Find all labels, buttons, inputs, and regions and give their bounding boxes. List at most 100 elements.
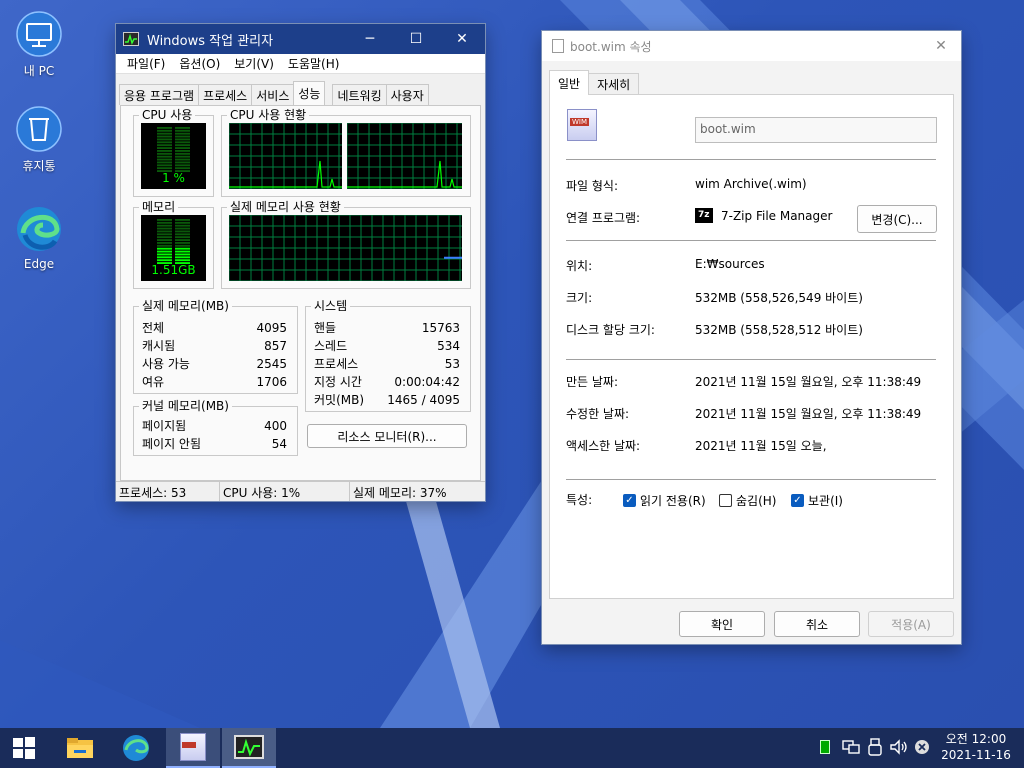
network-icon[interactable] <box>842 739 860 758</box>
cpu-meter-segment <box>175 132 190 135</box>
divider <box>566 359 936 360</box>
desktop-icon-label: 내 PC <box>23 64 55 78</box>
cpu-meter-segment <box>175 127 190 129</box>
memory-meter-segment <box>157 236 172 239</box>
desktop-icon-this-pc[interactable]: 내 PC <box>4 10 74 79</box>
cpu-meter-segment <box>157 164 172 167</box>
cpu-meter-segment <box>157 158 172 161</box>
taskbar-edge[interactable] <box>112 728 160 768</box>
apply-button[interactable]: 적용(A) <box>868 611 954 637</box>
stat-row: 핸들 15763 <box>314 319 460 337</box>
volume-icon[interactable] <box>889 739 909 758</box>
system-group: 시스템 핸들 15763 스레드 534 프로세스 53 지정 시간 0:00:04:4… <box>305 299 471 412</box>
close-circle-icon[interactable] <box>914 739 930 758</box>
tab-services[interactable]: 서비스 <box>251 84 295 105</box>
memory-meter-segment <box>157 239 172 241</box>
memory-meter-segment <box>157 219 172 221</box>
size-on-disk-value: 532MB (558,528,512 바이트) <box>695 323 863 337</box>
memory-meter-segment <box>157 256 172 259</box>
created-label: 만든 날짜: <box>566 375 619 389</box>
cpu-meter-segment <box>175 167 190 170</box>
accessed-label: 액세스한 날짜: <box>566 439 641 453</box>
desktop-icon-recycle-bin[interactable]: 휴지통 <box>4 105 74 174</box>
tab-processes[interactable]: 프로세스 <box>198 84 253 105</box>
cpu-usage-value: 1 % <box>162 171 185 185</box>
stat-key: 여유 <box>142 375 165 389</box>
change-button[interactable]: 변경(C)... <box>857 205 937 233</box>
menu-options[interactable]: 옵션(O) <box>172 55 227 72</box>
menu-help[interactable]: 도움말(H) <box>281 55 347 72</box>
taskmgr-tray-icon[interactable] <box>820 740 830 754</box>
memory-history-label: 실제 메모리 사용 현황 <box>227 200 344 214</box>
taskbar-boot-wim-properties[interactable] <box>166 728 220 768</box>
start-button[interactable] <box>0 728 48 768</box>
memory-meter-segment <box>157 227 172 230</box>
cpu-history-graph-core-1 <box>229 123 342 189</box>
title-bar[interactable]: Windows 작업 관리자 ─ ☐ ✕ <box>116 24 485 54</box>
stat-value: 0:00:04:42 <box>394 375 460 389</box>
resource-monitor-button[interactable]: 리소스 모니터(R)... <box>307 424 467 448</box>
stat-value: 2545 <box>256 357 287 371</box>
taskbar-file-explorer[interactable] <box>56 728 104 768</box>
cpu-meter-segment <box>175 150 190 152</box>
tab-general[interactable]: 일반 <box>549 70 590 95</box>
title-bar[interactable]: boot.wim 속성 ✕ <box>542 31 961 61</box>
status-memory: 실제 메모리: 37% <box>353 486 447 500</box>
stat-value: 534 <box>437 339 460 353</box>
performance-panel: CPU 사용 1 % CPU 사용 현황 메모리 1.51GB 실제 메모리 사… <box>120 105 481 481</box>
cpu-core-1-plot <box>229 123 342 189</box>
size-value: 532MB (558,526,549 바이트) <box>695 291 863 305</box>
tab-applications[interactable]: 응용 프로그램 <box>119 84 200 105</box>
stat-key: 페이지 안됨 <box>142 437 202 451</box>
tab-performance[interactable]: 성능 <box>293 81 326 105</box>
stat-row: 페이지 안됨 54 <box>142 435 287 453</box>
physical-memory-title: 실제 메모리(MB) <box>139 299 232 313</box>
usb-icon[interactable] <box>868 738 882 759</box>
archive-checkbox[interactable]: ✓ 보관(I) <box>791 492 843 509</box>
tab-networking[interactable]: 네트워킹 <box>332 84 387 105</box>
memory-meter-segment <box>175 224 190 227</box>
stat-key: 페이지됨 <box>142 419 187 433</box>
opens-with-value: 7-Zip File Manager <box>721 209 833 223</box>
memory-value: 1.51GB <box>151 263 196 277</box>
menu-view[interactable]: 보기(V) <box>227 55 281 72</box>
cpu-meter-segment <box>175 138 190 141</box>
cancel-button[interactable]: 취소 <box>774 611 860 637</box>
clock[interactable]: 오전 12:00 2021-11-16 <box>936 731 1016 763</box>
taskbar-task-manager[interactable] <box>222 728 276 768</box>
cpu-trace-line <box>347 160 462 188</box>
cpu-core-2-plot <box>347 123 462 189</box>
cpu-meter-segment <box>157 155 172 158</box>
cpu-meter-segment <box>175 155 190 158</box>
close-button[interactable]: ✕ <box>439 24 485 54</box>
clock-time: 오전 12:00 <box>945 732 1007 746</box>
file-type-label: 파일 형식: <box>566 179 619 193</box>
tab-users[interactable]: 사용자 <box>385 84 429 105</box>
system-title: 시스템 <box>311 299 351 313</box>
hidden-checkbox[interactable]: 숨김(H) <box>719 492 776 509</box>
read-only-checkbox[interactable]: ✓ 읽기 전용(R) <box>623 492 706 509</box>
cpu-meter-segment <box>157 167 172 170</box>
tab-details[interactable]: 자세히 <box>588 73 640 95</box>
filename-input[interactable]: boot.wim <box>695 117 937 143</box>
memory-meter-segment <box>157 233 172 236</box>
cpu-history-group: CPU 사용 현황 <box>221 108 471 197</box>
cpu-history-graph-core-2 <box>347 123 462 189</box>
stat-key: 프로세스 <box>314 357 359 371</box>
file-icon-badge: WIM <box>570 118 590 126</box>
cpu-meter: 1 % <box>141 123 206 189</box>
minimize-button[interactable]: ─ <box>347 24 393 54</box>
maximize-button[interactable]: ☐ <box>393 24 439 54</box>
start-icon <box>13 737 35 759</box>
7zip-icon: 7z <box>695 208 713 223</box>
close-button[interactable]: ✕ <box>921 38 961 54</box>
monitor-icon <box>15 10 63 58</box>
cpu-meter-segment <box>157 150 172 152</box>
menu-file[interactable]: 파일(F) <box>120 55 172 72</box>
memory-meter-segment <box>157 242 172 244</box>
ok-button[interactable]: 확인 <box>679 611 765 637</box>
desktop-icon-edge[interactable]: Edge <box>4 205 74 271</box>
modified-value: 2021년 11월 15일 월요일, 오후 11:38:49 <box>695 407 922 421</box>
divider <box>566 479 936 480</box>
properties-app-icon <box>552 39 564 53</box>
